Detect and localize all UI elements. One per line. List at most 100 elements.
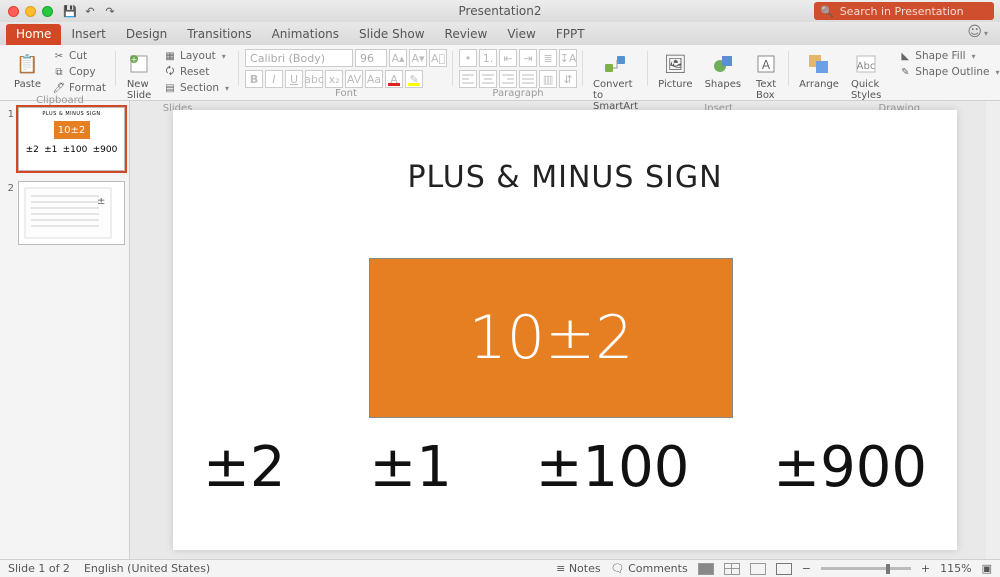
- quick-styles-button[interactable]: AbcQuick Styles: [847, 49, 885, 103]
- new-slide-button[interactable]: + New Slide: [122, 49, 156, 103]
- copy-icon: ⧉: [53, 66, 65, 78]
- undo-icon[interactable]: ↶: [83, 4, 97, 18]
- align-center-button[interactable]: [479, 70, 497, 88]
- slide-canvas[interactable]: PLUS & MINUS SIGN 10±2 ±2 ±1 ±100 ±900: [173, 110, 957, 550]
- font-color-button[interactable]: A: [385, 70, 403, 88]
- underline-button[interactable]: U: [285, 70, 303, 88]
- sorter-view-button[interactable]: [724, 563, 740, 575]
- svg-text:Abc: Abc: [857, 61, 876, 72]
- layout-icon: ▦: [164, 50, 176, 62]
- vertical-scrollbar[interactable]: [986, 101, 1000, 559]
- slide-bottom-row[interactable]: ±2 ±1 ±100 ±900: [203, 435, 927, 500]
- numbering-button[interactable]: 1.: [479, 49, 497, 67]
- status-bar: Slide 1 of 2 English (United States) ≡ N…: [0, 559, 1000, 577]
- normal-view-button[interactable]: [698, 563, 714, 575]
- align-left-button[interactable]: [459, 70, 477, 88]
- slide-orange-box[interactable]: 10±2: [369, 258, 733, 418]
- subscript-button[interactable]: x₂: [325, 70, 343, 88]
- slide-thumbnail-1[interactable]: PLUS & MINUS SIGN 10±2 ±2 ±1 ±100 ±900: [18, 107, 125, 171]
- section-icon: ▤: [164, 82, 176, 94]
- align-text-button[interactable]: ⇵: [559, 70, 577, 88]
- search-field-wrap[interactable]: 🔍: [814, 2, 994, 20]
- change-case-button[interactable]: Aa: [365, 70, 383, 88]
- notes-button[interactable]: ≡ Notes: [556, 562, 601, 575]
- redo-icon[interactable]: ↷: [103, 4, 117, 18]
- ribbon-tabstrip: Home Insert Design Transitions Animation…: [0, 22, 1000, 45]
- picture-button[interactable]: 🖼 Picture: [654, 49, 696, 92]
- zoom-slider[interactable]: [821, 567, 911, 570]
- cut-button[interactable]: ✂Cut: [49, 49, 110, 63]
- clear-format-button[interactable]: A⃠: [429, 49, 447, 67]
- strikethrough-button[interactable]: abc: [305, 70, 323, 88]
- status-language[interactable]: English (United States): [84, 562, 210, 575]
- highlight-button[interactable]: ✎: [405, 70, 423, 88]
- minimize-window-icon[interactable]: [25, 6, 36, 17]
- font-name-combo[interactable]: Calibri (Body): [245, 49, 353, 67]
- zoom-in-button[interactable]: +: [921, 562, 930, 575]
- zoom-window-icon[interactable]: [42, 6, 53, 17]
- bold-button[interactable]: B: [245, 70, 263, 88]
- comments-button[interactable]: 🗨 Comments: [611, 562, 688, 575]
- reset-button[interactable]: 🗘Reset: [160, 65, 233, 79]
- tab-home[interactable]: Home: [6, 24, 61, 45]
- line-spacing-button[interactable]: ≣: [539, 49, 557, 67]
- shape-fill-button[interactable]: ◣Shape Fill▾: [895, 49, 1000, 63]
- shapes-button[interactable]: Shapes: [701, 49, 746, 92]
- text-direction-button[interactable]: ↧A: [559, 49, 577, 67]
- zoom-out-button[interactable]: −: [802, 562, 811, 575]
- shape-outline-button[interactable]: ✎Shape Outline▾: [895, 65, 1000, 79]
- thumb-number-2: 2: [4, 181, 14, 245]
- decrease-font-button[interactable]: A▾: [409, 49, 427, 67]
- decrease-indent-button[interactable]: ⇤: [499, 49, 517, 67]
- tab-animations[interactable]: Animations: [262, 24, 349, 45]
- reading-view-button[interactable]: [750, 563, 766, 575]
- close-window-icon[interactable]: [8, 6, 19, 17]
- quick-access-toolbar: 💾 ↶ ↷: [63, 4, 117, 18]
- section-button[interactable]: ▤Section▾: [160, 81, 233, 95]
- title-bar: 💾 ↶ ↷ Presentation2 🔍: [0, 0, 1000, 22]
- format-painter-button[interactable]: 🖊Format: [49, 81, 110, 95]
- arrange-button[interactable]: Arrange: [795, 49, 843, 92]
- zoom-level[interactable]: 115%: [940, 562, 971, 575]
- layout-button[interactable]: ▦Layout▾: [160, 49, 233, 63]
- picture-icon: 🖼: [662, 51, 688, 77]
- italic-button[interactable]: I: [265, 70, 283, 88]
- tab-fppt[interactable]: FPPT: [546, 24, 595, 45]
- align-right-button[interactable]: [499, 70, 517, 88]
- paste-label: Paste: [14, 79, 41, 90]
- tab-review[interactable]: Review: [435, 24, 498, 45]
- justify-button[interactable]: [519, 70, 537, 88]
- group-slides: + New Slide ▦Layout▾ 🗘Reset ▤Section▾ Sl…: [116, 47, 239, 100]
- group-clipboard: 📋 Paste ✂Cut ⧉Copy 🖊Format Clipboard: [4, 47, 116, 100]
- slide-title-text[interactable]: PLUS & MINUS SIGN: [173, 160, 957, 195]
- search-input[interactable]: [840, 5, 988, 18]
- increase-indent-button[interactable]: ⇥: [519, 49, 537, 67]
- copy-button[interactable]: ⧉ Copy: [49, 65, 110, 79]
- bullets-button[interactable]: •: [459, 49, 477, 67]
- thumb-number-1: 1: [4, 107, 14, 171]
- paste-button[interactable]: 📋 Paste: [10, 49, 45, 92]
- save-icon[interactable]: 💾: [63, 4, 77, 18]
- tab-design[interactable]: Design: [116, 24, 177, 45]
- pen-icon: ✎: [899, 66, 911, 78]
- tab-insert[interactable]: Insert: [61, 24, 115, 45]
- tab-view[interactable]: View: [497, 24, 545, 45]
- textbox-button[interactable]: AText Box: [749, 49, 783, 103]
- shape-outline-label: Shape Outline: [915, 66, 989, 78]
- increase-font-button[interactable]: A▴: [389, 49, 407, 67]
- slideshow-view-button[interactable]: [776, 563, 792, 575]
- format-label: Format: [69, 82, 106, 94]
- tab-transitions[interactable]: Transitions: [177, 24, 261, 45]
- picture-label: Picture: [658, 79, 692, 90]
- fit-to-window-button[interactable]: ▣: [982, 562, 992, 575]
- char-spacing-button[interactable]: AV: [345, 70, 363, 88]
- tab-slideshow[interactable]: Slide Show: [349, 24, 434, 45]
- group-label-font: Font: [245, 88, 447, 101]
- group-paragraph: • 1. ⇤ ⇥ ≣ ↧A ▥ ⇵ Paragraph: [453, 47, 583, 100]
- columns-button[interactable]: ▥: [539, 70, 557, 88]
- slide-thumbnail-2[interactable]: ±: [18, 181, 125, 245]
- copy-label: Copy: [69, 66, 96, 78]
- font-size-combo[interactable]: 96: [355, 49, 387, 67]
- feedback-smiley-icon[interactable]: ☺▾: [967, 24, 988, 40]
- slide-canvas-area[interactable]: PLUS & MINUS SIGN 10±2 ±2 ±1 ±100 ±900: [130, 101, 1000, 559]
